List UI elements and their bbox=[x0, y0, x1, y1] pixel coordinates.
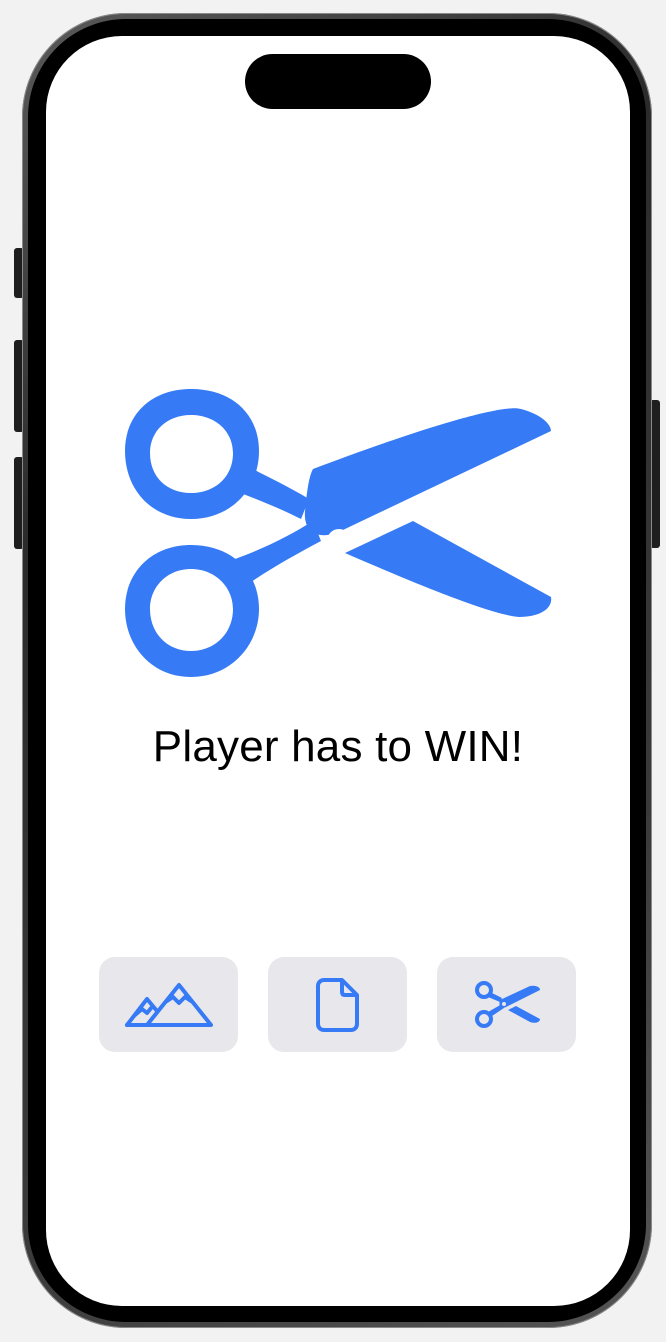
device-canvas: Player has to WIN! bbox=[0, 0, 666, 1342]
dynamic-island bbox=[245, 54, 431, 109]
document-icon bbox=[315, 977, 359, 1032]
scissors-icon bbox=[125, 389, 552, 677]
paper-button[interactable] bbox=[268, 957, 407, 1052]
scissors-icon bbox=[474, 980, 540, 1028]
rock-button[interactable] bbox=[99, 957, 238, 1052]
game-result-text: Player has to WIN! bbox=[152, 722, 524, 771]
app-screen: Player has to WIN! bbox=[46, 36, 630, 1306]
choice-buttons-row bbox=[99, 957, 577, 1052]
scissors-button[interactable] bbox=[437, 957, 576, 1052]
mountains-icon bbox=[124, 982, 213, 1027]
